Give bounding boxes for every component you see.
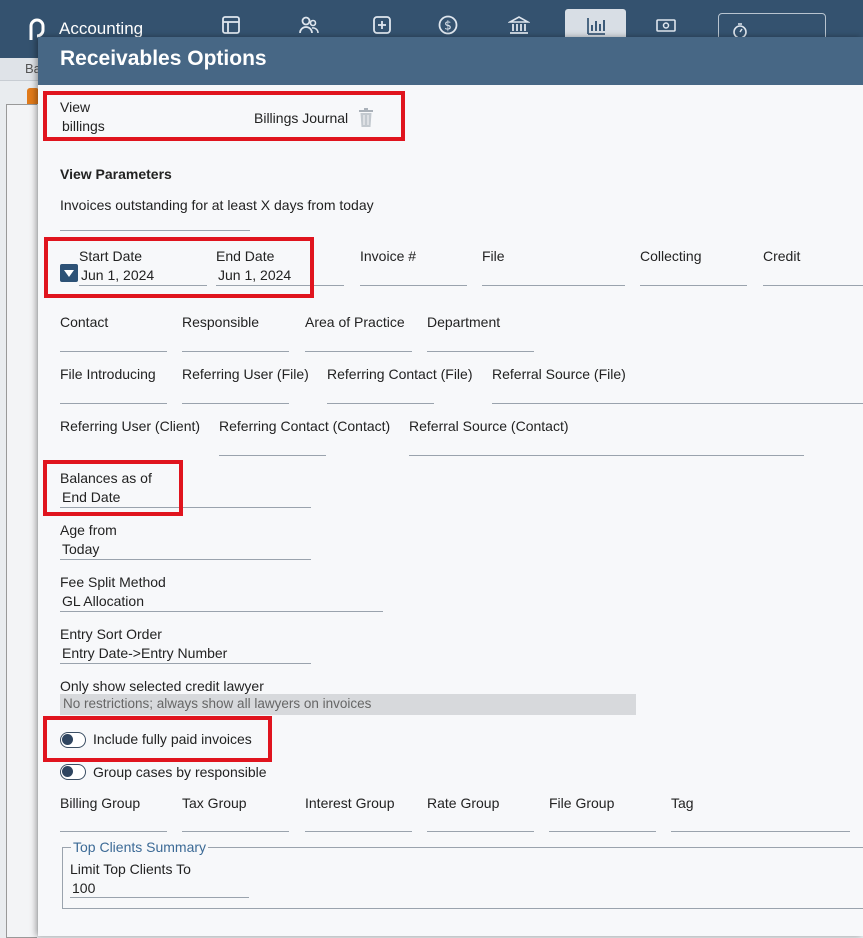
file-introducing-input[interactable] — [60, 403, 167, 404]
money-icon[interactable] — [655, 14, 677, 36]
plus-box-icon[interactable] — [371, 14, 393, 36]
credit-lawyer-field: No restrictions; always show all lawyers… — [60, 694, 636, 715]
age-from-label: Age from — [60, 522, 117, 538]
top-clients-fieldset — [62, 847, 863, 909]
file-input[interactable] — [482, 285, 625, 286]
contact-label: Contact — [60, 314, 109, 330]
interest-group-input[interactable] — [305, 831, 412, 832]
svg-text:$: $ — [444, 19, 452, 33]
view-parameters-heading: View Parameters — [60, 166, 172, 182]
file-label: File — [482, 248, 505, 264]
dollar-icon[interactable]: $ — [437, 14, 459, 36]
referring-contact-file-label: Referring Contact (File) — [327, 366, 473, 382]
credit-input[interactable] — [763, 285, 863, 286]
tag-label: Tag — [671, 795, 694, 811]
highlight-include-paid — [43, 716, 272, 762]
group-cases-toggle[interactable] — [60, 764, 86, 780]
billing-group-label: Billing Group — [60, 795, 141, 811]
credit-label: Credit — [763, 248, 801, 264]
file-group-input[interactable] — [549, 831, 656, 832]
bank-icon[interactable] — [508, 14, 530, 36]
fee-split-label: Fee Split Method — [60, 574, 166, 590]
area-of-practice-label: Area of Practice — [305, 314, 405, 330]
tag-input[interactable] — [671, 831, 850, 832]
interest-group-label: Interest Group — [305, 795, 395, 811]
dialog-header: Receivables Options — [38, 37, 863, 85]
responsible-input[interactable] — [182, 351, 289, 352]
age-from-select[interactable]: Today — [62, 541, 99, 557]
file-introducing-label: File Introducing — [60, 366, 156, 382]
entry-sort-label: Entry Sort Order — [60, 626, 162, 642]
receivables-options-dialog: Receivables Options View billings Billin… — [38, 37, 863, 936]
contact-input[interactable] — [60, 351, 167, 352]
rate-group-input[interactable] — [427, 831, 534, 832]
limit-top-clients-underline — [70, 897, 249, 898]
referring-user-client-label: Referring User (Client) — [60, 418, 201, 434]
limit-top-clients-label: Limit Top Clients To — [70, 861, 191, 877]
highlight-view — [43, 91, 405, 141]
department-label: Department — [427, 314, 501, 330]
group-cases-label: Group cases by responsible — [93, 764, 267, 780]
entry-sort-select[interactable]: Entry Date->Entry Number — [62, 645, 227, 661]
age-from-underline — [60, 559, 311, 560]
referring-contact-file-input[interactable] — [327, 403, 434, 404]
entry-sort-underline — [60, 663, 311, 664]
referral-source-file-input[interactable] — [492, 403, 863, 404]
top-clients-legend: Top Clients Summary — [71, 839, 209, 855]
referral-source-contact-label: Referral Source (Contact) — [409, 418, 569, 434]
fee-split-underline — [60, 611, 383, 612]
invoice-number-label: Invoice # — [360, 248, 417, 264]
billing-group-input[interactable] — [60, 831, 167, 832]
limit-top-clients-input[interactable]: 100 — [72, 880, 95, 896]
referring-contact-contact-input[interactable] — [219, 455, 326, 456]
referring-contact-contact-label: Referring Contact (Contact) — [219, 418, 391, 434]
collecting-label: Collecting — [640, 248, 702, 264]
collecting-input[interactable] — [640, 285, 747, 286]
tax-group-input[interactable] — [182, 831, 289, 832]
referring-user-file-label: Referring User (File) — [182, 366, 309, 382]
highlight-balances — [43, 460, 183, 516]
referral-source-file-label: Referral Source (File) — [492, 366, 626, 382]
highlight-dates — [44, 237, 314, 298]
users-icon[interactable] — [298, 14, 320, 36]
dialog-title: Receivables Options — [60, 47, 267, 70]
tax-group-label: Tax Group — [182, 795, 247, 811]
invoice-number-input[interactable] — [360, 285, 467, 286]
responsible-label: Responsible — [182, 314, 260, 330]
file-group-label: File Group — [549, 795, 615, 811]
layout-icon[interactable] — [220, 14, 242, 36]
days-outstanding-label: Invoices outstanding for at least X days… — [60, 197, 374, 213]
days-outstanding-input[interactable] — [60, 230, 250, 231]
credit-lawyer-label: Only show selected credit lawyer — [60, 678, 264, 694]
referral-source-contact-input[interactable] — [409, 455, 804, 456]
fee-split-select[interactable]: GL Allocation — [62, 593, 144, 609]
background-panel — [6, 104, 37, 938]
app-title: Accounting — [59, 19, 144, 38]
department-input[interactable] — [427, 351, 534, 352]
rate-group-label: Rate Group — [427, 795, 500, 811]
referring-user-file-input[interactable] — [182, 403, 289, 404]
area-of-practice-input[interactable] — [305, 351, 412, 352]
